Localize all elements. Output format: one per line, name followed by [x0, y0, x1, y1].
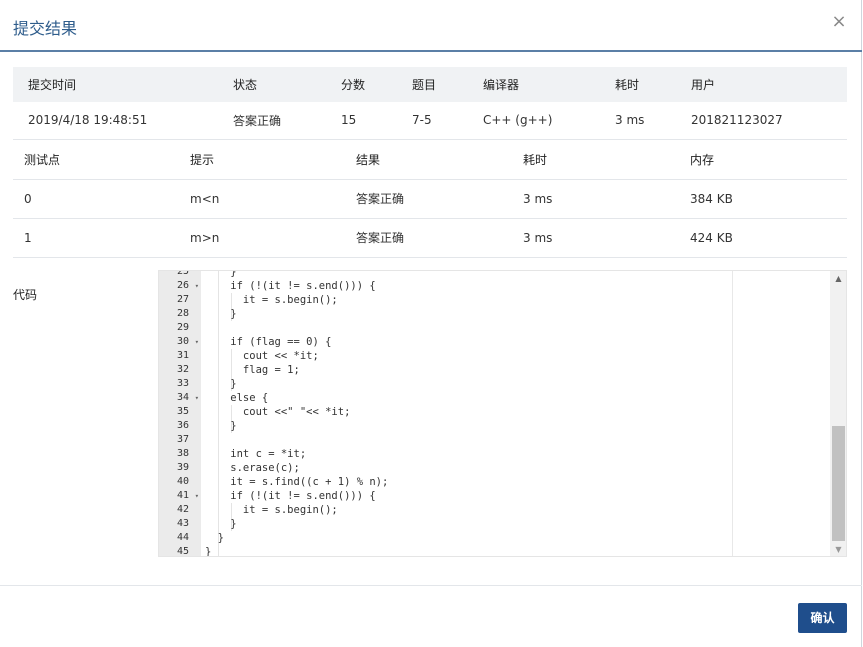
column-header: 测试点 — [13, 140, 179, 180]
line-number: 27 — [176, 294, 189, 305]
elapsed-time: 3 ms — [600, 102, 676, 140]
test-result: 答案正确 — [345, 179, 512, 219]
table-header-row: 测试点 提示 结果 耗时 内存 — [13, 140, 847, 180]
test-result: 答案正确 — [345, 218, 512, 258]
table-row: 2019/4/18 19:48:51 答案正确 15 7-5 C++ (g++)… — [13, 102, 847, 140]
scrollbar-thumb[interactable] — [832, 426, 845, 541]
close-icon[interactable]: × — [830, 12, 848, 32]
test-hint: m>n — [179, 218, 345, 258]
print-margin — [732, 271, 733, 556]
column-header: 状态 — [218, 67, 326, 102]
line-number: 37 — [176, 434, 189, 445]
column-header: 题目 — [397, 67, 468, 102]
code-editor[interactable]: 25 26 ▾ 27 28 29 30 ▾ 31 32 33 34 ▾ 35 36 37 38 39 40 41 ▾ 42… — [158, 270, 847, 557]
code-line: } — [205, 270, 237, 278]
code-line: else { — [205, 392, 269, 404]
column-header: 提示 — [179, 140, 345, 180]
table-row: 1 m>n 答案正确 3 ms 424 KB — [13, 218, 847, 258]
compiler: C++ (g++) — [468, 102, 600, 140]
code-line: } — [205, 518, 237, 530]
submit-time: 2019/4/18 19:48:51 — [13, 102, 218, 140]
line-number: 41 ▾ — [176, 489, 199, 503]
user-id: 201821123027 — [676, 102, 847, 140]
test-memory: 384 KB — [679, 179, 847, 219]
test-id: 1 — [13, 218, 179, 258]
line-number: 36 — [176, 420, 189, 431]
line-number: 32 — [176, 364, 189, 375]
code-label: 代码 — [13, 288, 38, 302]
line-number: 25 — [176, 270, 189, 277]
table-header-row: 提交时间 状态 分数 题目 编译器 耗时 用户 — [13, 67, 847, 102]
code-line: } — [205, 378, 237, 390]
test-hint: m<n — [179, 179, 345, 219]
fold-arrow-icon[interactable]: ▾ — [195, 335, 199, 349]
code-scrollbar[interactable]: ▲ ▼ — [830, 271, 846, 556]
line-number: 38 — [176, 448, 189, 459]
fold-arrow-icon[interactable]: ▾ — [195, 279, 199, 293]
line-number: 39 — [176, 462, 189, 473]
code-line: it = s.begin(); — [205, 504, 338, 516]
dialog-header: 提交结果 × — [0, 0, 862, 52]
confirm-button[interactable]: 确认 — [798, 603, 847, 633]
status-badge: 答案正确 — [218, 102, 326, 140]
line-number-gutter: 25 26 ▾ 27 28 29 30 ▾ 31 32 33 34 ▾ 35 36 37 38 39 40 41 ▾ 42… — [159, 270, 201, 557]
fold-arrow-icon[interactable]: ▾ — [195, 391, 199, 405]
test-id: 0 — [13, 179, 179, 219]
code-line: cout <<" "<< *it; — [205, 406, 351, 418]
code-line: cout << *it; — [205, 350, 319, 362]
line-number: 31 — [176, 350, 189, 361]
dialog-footer — [0, 585, 862, 647]
code-line: flag = 1; — [205, 364, 300, 376]
column-header: 耗时 — [600, 67, 676, 102]
problem-link[interactable]: 7-5 — [397, 102, 468, 140]
code-line: int c = *it; — [205, 448, 307, 460]
line-number: 29 — [176, 322, 189, 333]
test-memory: 424 KB — [679, 218, 847, 258]
column-header: 耗时 — [512, 140, 679, 180]
line-number: 35 — [176, 406, 189, 417]
column-header: 用户 — [676, 67, 847, 102]
column-header: 分数 — [326, 67, 397, 102]
line-number: 40 — [176, 476, 189, 487]
line-number: 30 ▾ — [176, 335, 199, 349]
code-line: } — [205, 308, 237, 320]
test-time: 3 ms — [512, 218, 679, 258]
fold-arrow-icon[interactable]: ▾ — [195, 489, 199, 503]
table-row: 0 m<n 答案正确 3 ms 384 KB — [13, 179, 847, 219]
code-line: if (flag == 0) { — [205, 336, 332, 348]
line-number: 34 ▾ — [176, 391, 199, 405]
submission-result-dialog: 提交结果 × 提交时间 状态 分数 题目 编译器 耗时 用户 2019/4/18… — [0, 0, 862, 647]
score: 15 — [326, 102, 397, 140]
line-number: 26 ▾ — [176, 279, 199, 293]
line-number: 28 — [176, 308, 189, 319]
column-header: 结果 — [345, 140, 512, 180]
line-number: 42 — [176, 504, 189, 515]
column-header: 内存 — [679, 140, 847, 180]
code-line: if (!(it != s.end())) { — [205, 490, 376, 502]
code-line: if (!(it != s.end())) { — [205, 280, 376, 292]
line-number: 45 — [176, 546, 189, 557]
code-line: } — [205, 532, 224, 544]
column-header: 编译器 — [468, 67, 600, 102]
code-line: s.erase(c); — [205, 462, 300, 474]
code-line: it = s.begin(); — [205, 294, 338, 306]
submission-summary-table: 提交时间 状态 分数 题目 编译器 耗时 用户 2019/4/18 19:48:… — [13, 67, 847, 140]
scroll-up-arrow-icon[interactable]: ▲ — [830, 271, 846, 287]
column-header: 提交时间 — [13, 67, 218, 102]
code-line: } — [205, 546, 212, 557]
code-line: } — [205, 420, 237, 432]
code-line: it = s.find((c + 1) % n); — [205, 476, 389, 488]
test-cases-table: 测试点 提示 结果 耗时 内存 0 m<n 答案正确 3 ms 384 KB 1… — [13, 140, 847, 258]
scroll-down-arrow-icon[interactable]: ▼ — [830, 542, 846, 556]
line-number: 43 — [176, 518, 189, 529]
dialog-title: 提交结果 — [13, 19, 78, 38]
line-number: 33 — [176, 378, 189, 389]
test-time: 3 ms — [512, 179, 679, 219]
line-number: 44 — [176, 532, 189, 543]
